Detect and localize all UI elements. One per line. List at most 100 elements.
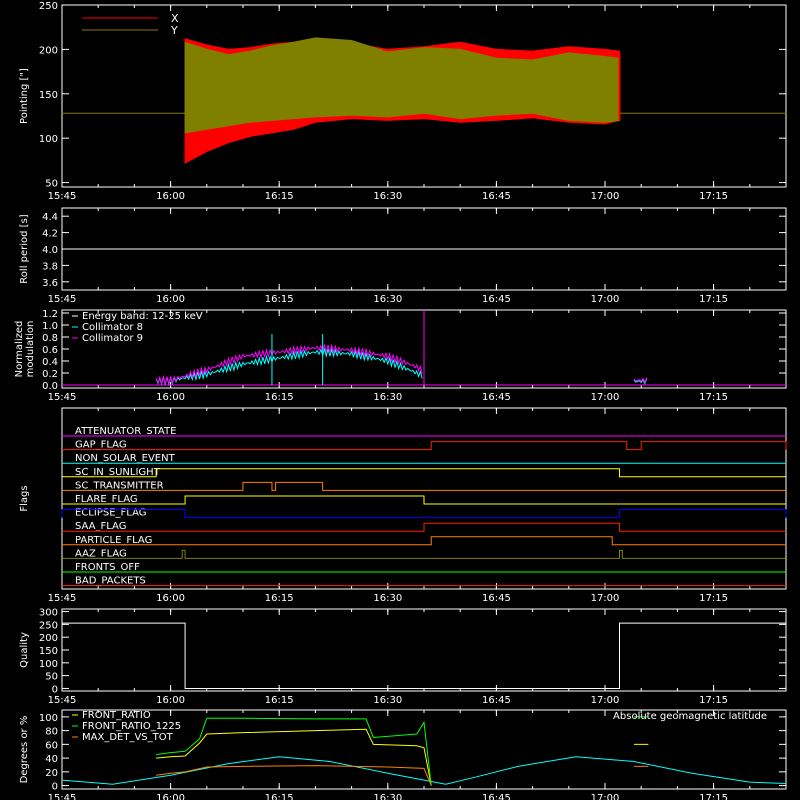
flag-line-eclipse-flag bbox=[61, 509, 787, 519]
y-tick-label: 150 bbox=[39, 646, 58, 657]
legend-label-max-det-vs-tot: MAX_DET_VS_TOT bbox=[82, 732, 174, 743]
y-tick-label: 150 bbox=[39, 90, 58, 101]
x-tick-label: 16:15 bbox=[265, 392, 294, 403]
y-axis-label: Degrees or % bbox=[19, 716, 30, 784]
y-tick-label: 4.0 bbox=[42, 245, 58, 256]
x-tick-label: 16:15 bbox=[265, 793, 294, 800]
legend-label-front-ratio: FRONT_RATIO bbox=[82, 710, 151, 721]
x-tick-label: 16:00 bbox=[156, 593, 185, 604]
x-tick-label: 15:45 bbox=[48, 793, 77, 800]
x-tick-label: 16:45 bbox=[482, 392, 511, 403]
y-tick-label: 0 bbox=[52, 684, 58, 695]
x-tick-label: 17:00 bbox=[591, 793, 620, 800]
x-tick-label: 16:45 bbox=[482, 593, 511, 604]
line-front-ratio-1225 bbox=[156, 717, 432, 786]
y-tick-label: 3.6 bbox=[42, 278, 58, 289]
flag-label-non-solar-event: NON_SOLAR_EVENT bbox=[75, 453, 176, 464]
x-tick-label: 15:45 bbox=[48, 695, 77, 706]
x-tick-label: 17:00 bbox=[591, 191, 620, 202]
x-tick-label: 16:00 bbox=[156, 695, 185, 706]
y-tick-label: 1.0 bbox=[42, 321, 58, 332]
flag-line-particle-flag bbox=[62, 536, 786, 546]
y-tick-label: 0.0 bbox=[42, 381, 58, 392]
line-absolute-geomagnetic-latitude bbox=[61, 756, 787, 785]
x-tick-label: 17:15 bbox=[699, 793, 728, 800]
x-tick-label: 16:30 bbox=[373, 191, 402, 202]
x-tick-label: 16:15 bbox=[265, 695, 294, 706]
flag-label-particle-flag: PARTICLE_FLAG bbox=[75, 535, 152, 546]
flag-label-fronts-off: FRONTS_OFF bbox=[75, 562, 140, 573]
y-tick-label: 0.6 bbox=[42, 345, 58, 356]
x-tick-label: 16:30 bbox=[373, 392, 402, 403]
flag-line-sc-transmitter bbox=[62, 481, 786, 491]
x-tick-label: 16:45 bbox=[482, 793, 511, 800]
flag-label-saa-flag: SAA_FLAG bbox=[75, 521, 126, 532]
x-tick-label: 16:00 bbox=[156, 392, 185, 403]
y-tick-label: 1.2 bbox=[42, 309, 58, 320]
x-tick-label: 17:15 bbox=[699, 191, 728, 202]
x-tick-label: 17:15 bbox=[699, 593, 728, 604]
y-tick-label: 100 bbox=[39, 659, 58, 670]
x-tick-label: 16:30 bbox=[373, 793, 402, 800]
y-tick-label: 4.2 bbox=[42, 229, 58, 240]
modulation-line-collimator-9 bbox=[155, 343, 423, 386]
y-tick-label: 200 bbox=[39, 45, 58, 56]
flag-label-bad-packets: BAD_PACKETS bbox=[75, 576, 146, 587]
x-tick-label: 16:30 bbox=[373, 593, 402, 604]
x-tick-label: 17:00 bbox=[591, 695, 620, 706]
x-tick-label: 17:00 bbox=[591, 392, 620, 403]
y-tick-label: 0 bbox=[52, 782, 58, 793]
y-axis-label: modulation bbox=[25, 321, 36, 378]
y-tick-label: 3.8 bbox=[42, 261, 58, 272]
legend-label-collimator-8: Collimator 8 bbox=[82, 322, 143, 333]
x-tick-label: 16:45 bbox=[482, 695, 511, 706]
y-axis-label: Normalized bbox=[14, 321, 25, 378]
y-tick-label: 40 bbox=[45, 754, 58, 765]
x-tick-label: 16:15 bbox=[265, 593, 294, 604]
y-tick-label: 0.2 bbox=[42, 369, 58, 380]
line-max-det-vs-tot bbox=[156, 765, 432, 786]
x-tick-label: 16:00 bbox=[156, 793, 185, 800]
y-axis-label: Roll period [s] bbox=[19, 214, 30, 283]
x-tick-label: 17:15 bbox=[699, 294, 728, 305]
x-tick-label: 17:00 bbox=[591, 294, 620, 305]
flag-label-aaz-flag: AAZ_FLAG bbox=[75, 548, 127, 559]
multi-panel-figure: 15:45 16:00 16:15 16:30 16:45 17:00 17:15 Point… bbox=[14, 1, 787, 800]
line-front-ratio bbox=[156, 728, 432, 786]
flag-line-aaz-flag bbox=[62, 549, 786, 559]
x-tick-label: 17:15 bbox=[699, 392, 728, 403]
y-tick-label: 0.4 bbox=[42, 357, 58, 368]
legend-label-front-ratio-1225: FRONT_RATIO_1225 bbox=[82, 721, 181, 732]
flag-label-flare-flag: FLARE_FLAG bbox=[75, 494, 138, 505]
flag-label-sc-in-sunlight: SC_IN_SUNLIGHT bbox=[75, 467, 161, 478]
x-tick-label: 15:45 bbox=[48, 191, 77, 202]
x-tick-label: 16:15 bbox=[265, 294, 294, 305]
panel-5-frame bbox=[61, 608, 787, 692]
y-tick-label: 0.8 bbox=[42, 333, 58, 344]
flag-line-gap-flag bbox=[62, 441, 787, 451]
legend-label-y: Y bbox=[170, 24, 178, 37]
x-tick-label: 16:45 bbox=[482, 294, 511, 305]
x-tick-label: 16:30 bbox=[373, 294, 402, 305]
flag-line-sc-in-sunlight bbox=[62, 468, 786, 478]
y-tick-label: 50 bbox=[45, 179, 58, 190]
x-tick-label: 17:00 bbox=[591, 593, 620, 604]
x-tick-label: 17:15 bbox=[699, 695, 728, 706]
x-tick-label: 16:45 bbox=[482, 191, 511, 202]
y-axis-label: Flags bbox=[19, 485, 30, 511]
legend-label-collimator-9: Collimator 9 bbox=[82, 333, 143, 344]
y-tick-label: 200 bbox=[39, 633, 58, 644]
x-tick-label: 16:00 bbox=[156, 191, 185, 202]
y-tick-label: 4.4 bbox=[42, 212, 58, 223]
flag-label-gap-flag: GAP_FLAG bbox=[75, 440, 127, 451]
y-axis-label: Pointing ["] bbox=[19, 68, 30, 124]
y-tick-label: 100 bbox=[39, 134, 58, 145]
x-tick-label: 15:45 bbox=[48, 593, 77, 604]
annotation-geomagnetic-latitude: Absolute geomagnetic latitude bbox=[613, 711, 767, 722]
flag-label-sc-transmitter: SC_TRANSMITTER bbox=[75, 480, 164, 491]
x-tick-label: 16:00 bbox=[156, 294, 185, 305]
flag-label-attenuator-state: ATTENUATOR_STATE bbox=[75, 426, 176, 437]
y-tick-label: 100 bbox=[39, 713, 58, 724]
y-tick-label: 250 bbox=[39, 1, 58, 12]
y-tick-label: 80 bbox=[45, 727, 58, 738]
